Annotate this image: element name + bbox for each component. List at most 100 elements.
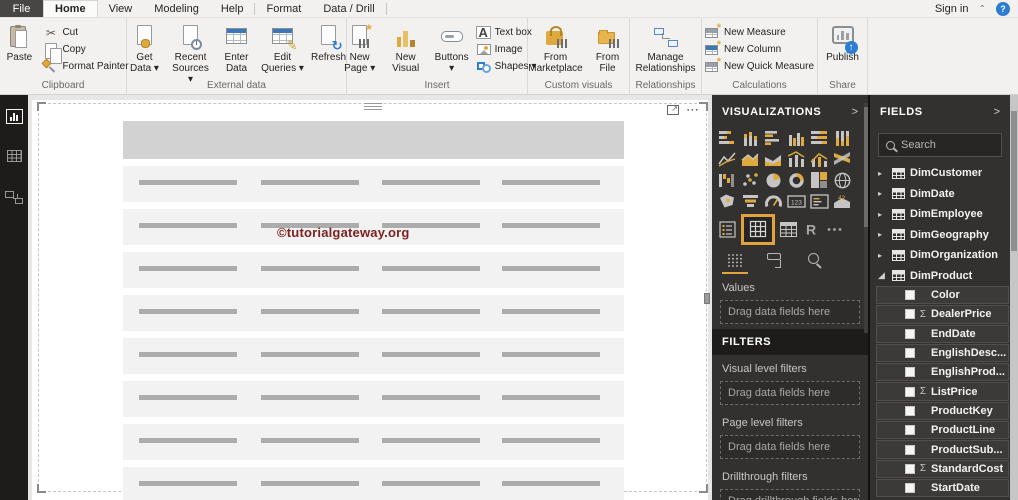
new-quick-measure-button[interactable]: * New Quick Measure bbox=[704, 56, 814, 73]
expand-icon[interactable]: ▸ bbox=[878, 210, 887, 219]
expand-icon[interactable]: ▸ bbox=[878, 230, 887, 239]
field-checkbox[interactable] bbox=[905, 425, 915, 436]
selected-visual-highlight[interactable] bbox=[741, 213, 775, 245]
selection-corner-top-right[interactable] bbox=[699, 102, 708, 111]
field-checkbox[interactable] bbox=[905, 348, 915, 359]
stacked-area-chart-icon[interactable] bbox=[764, 150, 783, 169]
cut-button[interactable]: ✂ Cut bbox=[43, 26, 128, 40]
multi-row-card-icon[interactable] bbox=[810, 192, 829, 211]
from-marketplace-button[interactable]: From Marketplace bbox=[528, 23, 584, 74]
sign-in-button[interactable]: Sign in bbox=[935, 3, 969, 15]
expand-icon[interactable]: ▸ bbox=[878, 169, 887, 178]
map-icon[interactable] bbox=[833, 171, 852, 190]
field-startdate[interactable]: StartDate bbox=[876, 478, 1009, 498]
collapse-icon[interactable]: ◢ bbox=[878, 270, 887, 281]
from-file-button[interactable]: From File bbox=[586, 23, 630, 74]
collapse-visualizations-icon[interactable]: > bbox=[852, 106, 858, 118]
field-table-dimdate[interactable]: ▸ DimDate bbox=[870, 184, 1010, 205]
table-visual-placeholder[interactable]: ⋯ ©tutorialgateway.org bbox=[37, 102, 710, 500]
clustered-bar-chart-icon[interactable] bbox=[764, 129, 783, 148]
tab-modeling[interactable]: Modeling bbox=[143, 0, 210, 17]
funnel-icon[interactable] bbox=[741, 192, 760, 211]
treemap-icon[interactable] bbox=[810, 171, 829, 190]
report-canvas[interactable]: ⋯ ©tutorialgateway.org bbox=[28, 95, 712, 500]
field-enddate[interactable]: EndDate bbox=[876, 324, 1009, 343]
area-chart-icon[interactable] bbox=[741, 150, 760, 169]
get-data-button[interactable]: Get Data ▾ bbox=[123, 23, 167, 74]
new-column-button[interactable]: * New Column bbox=[704, 39, 814, 56]
visual-more-options-icon[interactable]: ⋯ bbox=[686, 103, 700, 116]
ribbon-chart-icon[interactable] bbox=[833, 150, 852, 169]
gauge-icon[interactable] bbox=[764, 192, 783, 211]
more-options-icon[interactable] bbox=[825, 220, 844, 239]
collapse-fields-icon[interactable]: > bbox=[994, 106, 1000, 118]
visual-resize-handle-right[interactable] bbox=[704, 292, 710, 304]
donut-chart-icon[interactable] bbox=[787, 171, 806, 190]
slicer-icon[interactable] bbox=[718, 220, 737, 239]
field-table-dimproduct[interactable]: ◢ DimProduct bbox=[870, 266, 1010, 287]
tab-data-drill[interactable]: Data / Drill bbox=[312, 0, 385, 17]
field-table-dimgeography[interactable]: ▸ DimGeography bbox=[870, 225, 1010, 246]
field-checkbox[interactable] bbox=[905, 367, 915, 378]
format-painter-button[interactable]: Format Painter bbox=[41, 58, 129, 73]
visualizations-scrollbar[interactable] bbox=[864, 103, 868, 333]
page-level-filters-drop-zone[interactable]: Drag data fields here bbox=[720, 435, 860, 459]
edit-queries-button[interactable]: ✎ Edit Queries ▾ bbox=[261, 23, 305, 74]
field-checkbox[interactable] bbox=[905, 483, 915, 494]
table-icon[interactable] bbox=[779, 220, 798, 239]
line-chart-icon[interactable] bbox=[718, 150, 737, 169]
filled-map-icon[interactable] bbox=[718, 192, 737, 211]
new-page-button[interactable]: * New Page ▾ bbox=[338, 21, 382, 74]
enter-data-button[interactable]: Enter Data bbox=[215, 23, 259, 74]
tab-format[interactable]: Format bbox=[255, 0, 312, 17]
field-checkbox[interactable] bbox=[905, 290, 915, 301]
tab-format[interactable] bbox=[761, 253, 787, 274]
field-checkbox[interactable] bbox=[905, 405, 915, 416]
clustered-column-chart-icon[interactable] bbox=[787, 129, 806, 148]
expand-icon[interactable]: ▸ bbox=[878, 251, 887, 260]
collapse-ribbon-icon[interactable]: ⌃ bbox=[978, 4, 986, 13]
selection-corner-bottom-right[interactable] bbox=[699, 484, 708, 493]
stacked-bar-chart-icon[interactable] bbox=[718, 129, 737, 148]
visual-drag-grip-top[interactable] bbox=[363, 103, 382, 110]
new-visual-button[interactable]: New Visual bbox=[384, 23, 428, 74]
field-dealerprice[interactable]: Σ DealerPrice bbox=[876, 305, 1009, 324]
search-input[interactable] bbox=[901, 139, 994, 151]
copy-button[interactable]: Copy bbox=[43, 43, 128, 64]
stacked-column-chart-icon[interactable] bbox=[741, 129, 760, 148]
field-englishdesc-[interactable]: EnglishDesc... bbox=[876, 343, 1009, 363]
tab-help[interactable]: Help bbox=[210, 0, 255, 17]
report-view-button[interactable] bbox=[4, 107, 24, 125]
buttons-button[interactable]: Buttons ▾ bbox=[430, 23, 474, 74]
field-listprice[interactable]: Σ ListPrice bbox=[876, 382, 1009, 401]
matrix-icon[interactable] bbox=[749, 220, 768, 239]
field-checkbox[interactable] bbox=[905, 444, 915, 455]
drillthrough-filters-drop-zone[interactable]: Drag drillthrough fields here bbox=[720, 489, 860, 500]
line-and-clustered-column-chart-icon[interactable] bbox=[810, 150, 829, 169]
selection-corner-bottom-left[interactable] bbox=[37, 484, 46, 493]
tab-file[interactable]: File bbox=[0, 0, 43, 17]
expand-icon[interactable]: ▸ bbox=[878, 189, 887, 198]
fields-scrollbar[interactable] bbox=[1010, 95, 1018, 500]
field-checkbox[interactable] bbox=[905, 328, 915, 339]
scatter-chart-icon[interactable] bbox=[741, 171, 760, 190]
manage-relationships-button[interactable]: Manage Relationships bbox=[635, 23, 696, 74]
tab-fields[interactable] bbox=[722, 253, 748, 274]
focus-mode-icon[interactable] bbox=[667, 104, 679, 115]
publish-button[interactable]: ↑ Publish bbox=[821, 23, 865, 63]
r-script-visual-icon[interactable]: R bbox=[802, 220, 821, 239]
line-and-stacked-column-chart-icon[interactable] bbox=[787, 150, 806, 169]
new-measure-button[interactable]: * New Measure bbox=[704, 22, 814, 39]
field-productline[interactable]: ProductLine bbox=[876, 421, 1009, 440]
tab-home[interactable]: Home bbox=[43, 0, 98, 17]
selection-corner-top-left[interactable] bbox=[37, 102, 46, 111]
visual-level-filters-drop-zone[interactable]: Drag data fields here bbox=[720, 381, 860, 405]
field-checkbox[interactable] bbox=[905, 463, 915, 474]
help-icon[interactable]: ? bbox=[996, 1, 1010, 16]
visualizations-scrollbar-thumb[interactable] bbox=[864, 107, 868, 227]
field-englishprod-[interactable]: EnglishProd... bbox=[876, 363, 1009, 382]
field-table-dimorganization[interactable]: ▸ DimOrganization bbox=[870, 245, 1010, 266]
pie-chart-icon[interactable] bbox=[764, 171, 783, 190]
values-drop-zone[interactable]: Drag data fields here bbox=[720, 300, 860, 324]
waterfall-chart-icon[interactable] bbox=[718, 171, 737, 190]
